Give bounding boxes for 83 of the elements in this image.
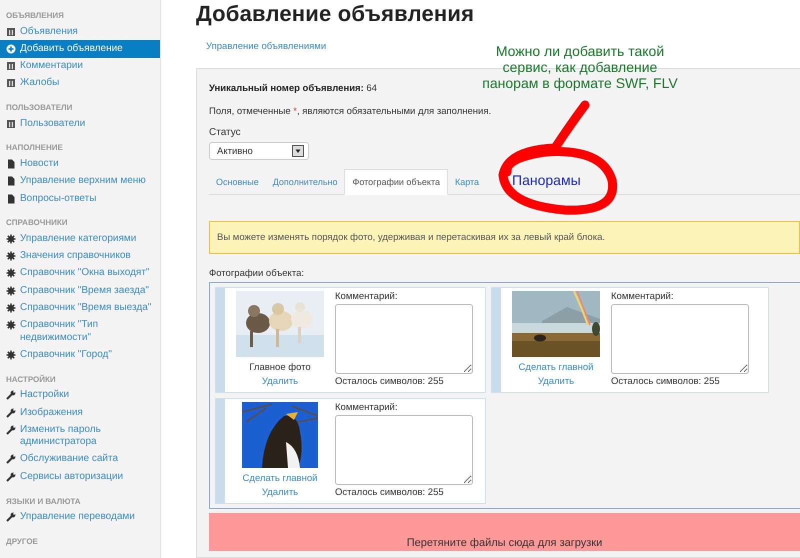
wrench-icon xyxy=(6,472,16,482)
document-icon xyxy=(6,194,16,204)
sidebar-section-title: ДРУГОЕ xyxy=(5,536,39,548)
table-icon xyxy=(6,78,16,88)
breadcrumb-link[interactable]: Управление объявлениями xyxy=(206,41,326,52)
sidebar-section-title: НАПОЛНЕНИЕ xyxy=(5,142,64,154)
sidebar-item[interactable]: Справочник "Время заезда" xyxy=(0,282,160,300)
sidebar-item[interactable]: Управление верхним меню xyxy=(0,172,160,190)
remaining-chars-text: Осталось символов: 255 xyxy=(611,376,721,387)
remaining-chars-text: Осталось символов: 255 xyxy=(335,376,445,387)
sidebar-item[interactable]: Справочник "Тип недвижимости" xyxy=(0,316,160,346)
delete-link[interactable]: Удалить xyxy=(538,376,574,387)
tab[interactable]: Карта xyxy=(448,170,486,194)
drag-handle[interactable] xyxy=(492,288,501,392)
gear-icon xyxy=(6,350,16,360)
sidebar-item[interactable]: Изображения xyxy=(0,404,160,422)
wrench-icon xyxy=(6,408,16,418)
sidebar-item[interactable]: Справочник "Окна выходят" xyxy=(0,264,160,282)
sidebar-section-title: СПРАВОЧНИКИ xyxy=(5,217,69,230)
document-icon xyxy=(6,176,16,186)
comment-label: Комментарий: xyxy=(335,291,398,302)
sidebar-item[interactable]: Жалобы xyxy=(0,74,160,92)
sidebar-item[interactable]: Справочник "Город" xyxy=(0,346,160,364)
table-icon xyxy=(6,26,16,36)
sidebar-item[interactable]: Вопросы-ответы xyxy=(0,190,160,208)
tab[interactable]: Основные xyxy=(209,170,266,194)
comment-field[interactable] xyxy=(611,304,749,374)
hint-alert: Вы можете изменять порядок фото, удерживая и перетаскивая их за левый край блока. xyxy=(209,221,800,254)
listing-id-text: Уникальный номер объявления: 64 xyxy=(209,83,377,94)
sidebar-section-title: НАСТРОЙКИ xyxy=(5,374,57,386)
photos-label: Фотографии объекта: xyxy=(209,268,305,279)
wrench-icon xyxy=(6,390,16,400)
status-label: Статус xyxy=(209,127,242,138)
remaining-chars-text: Осталось символов: 255 xyxy=(335,487,445,498)
gear-icon xyxy=(6,286,16,296)
sidebar-item[interactable]: Значения справочников xyxy=(0,248,160,265)
sidebar-item[interactable]: Добавить объявление xyxy=(0,40,160,58)
sidebar-item[interactable]: Изменить пароль администратора xyxy=(0,421,160,451)
sidebar-item[interactable]: Новости xyxy=(0,155,160,173)
gear-icon xyxy=(6,234,16,244)
sidebar-item[interactable]: Комментарии xyxy=(0,58,160,75)
plus-circle-icon xyxy=(6,44,16,54)
status-select[interactable]: Активно xyxy=(209,142,309,160)
make-main-link[interactable]: Сделать главной xyxy=(242,473,318,484)
sidebar-section-title: ОБЪЯВЛЕНИЯ xyxy=(5,10,65,22)
comment-label: Комментарий: xyxy=(335,402,398,413)
drag-handle[interactable] xyxy=(216,288,225,392)
tab[interactable]: Фотографии объекта xyxy=(344,169,448,195)
tab[interactable]: Дополнительно xyxy=(266,170,344,194)
page-title: Добавление объявления xyxy=(196,1,476,27)
sidebar-section-title: ЯЗЫКИ И ВАЛЮТА xyxy=(5,496,82,508)
gear-icon xyxy=(6,268,16,278)
delete-link[interactable]: Удалить xyxy=(262,487,298,498)
annotation-label: Панорамы xyxy=(512,172,581,188)
sidebar-item[interactable]: Настройки xyxy=(0,386,160,404)
gear-icon xyxy=(6,303,16,314)
comment-label: Комментарий: xyxy=(611,291,674,302)
wrench-icon xyxy=(6,512,16,522)
gear-icon xyxy=(6,320,16,330)
caret-icon xyxy=(292,145,304,157)
sidebar-item[interactable]: Пользователи xyxy=(0,115,160,132)
drag-handle[interactable] xyxy=(216,399,225,503)
required-note: Поля, отмеченные *, являются обязательными для заполнения. xyxy=(209,106,492,117)
dropzone[interactable]: Перетяните файлы сюда для загрузки xyxy=(209,513,800,551)
gear-icon xyxy=(6,251,16,262)
sidebar-section-title: ПОЛЬЗОВАТЕЛИ xyxy=(5,102,74,114)
table-icon xyxy=(6,61,16,72)
table-icon xyxy=(6,118,16,129)
make-main-link[interactable]: Сделать главной xyxy=(518,362,594,373)
sidebar-item[interactable]: Сервисы авторизации xyxy=(0,468,160,486)
sidebar-item[interactable]: Управление переводами xyxy=(0,508,160,526)
main-photo-label: Главное фото xyxy=(249,362,311,373)
sidebar-item[interactable]: Объявления xyxy=(0,23,160,40)
wrench-icon xyxy=(6,454,16,464)
comment-field[interactable] xyxy=(335,415,473,485)
sidebar-item[interactable]: Обслуживание сайта xyxy=(0,450,160,468)
annotation-text: Можно ли добавить такой сервис, как добавление панорам в формате SWF, FLV xyxy=(481,43,679,91)
document-icon xyxy=(6,158,16,169)
sidebar-item[interactable]: Справочник "Время выезда" xyxy=(0,300,160,317)
delete-link[interactable]: Удалить xyxy=(262,376,298,387)
comment-field[interactable] xyxy=(335,304,473,374)
sidebar-item[interactable]: Управление категориями xyxy=(0,230,160,248)
wrench-icon xyxy=(6,424,16,435)
